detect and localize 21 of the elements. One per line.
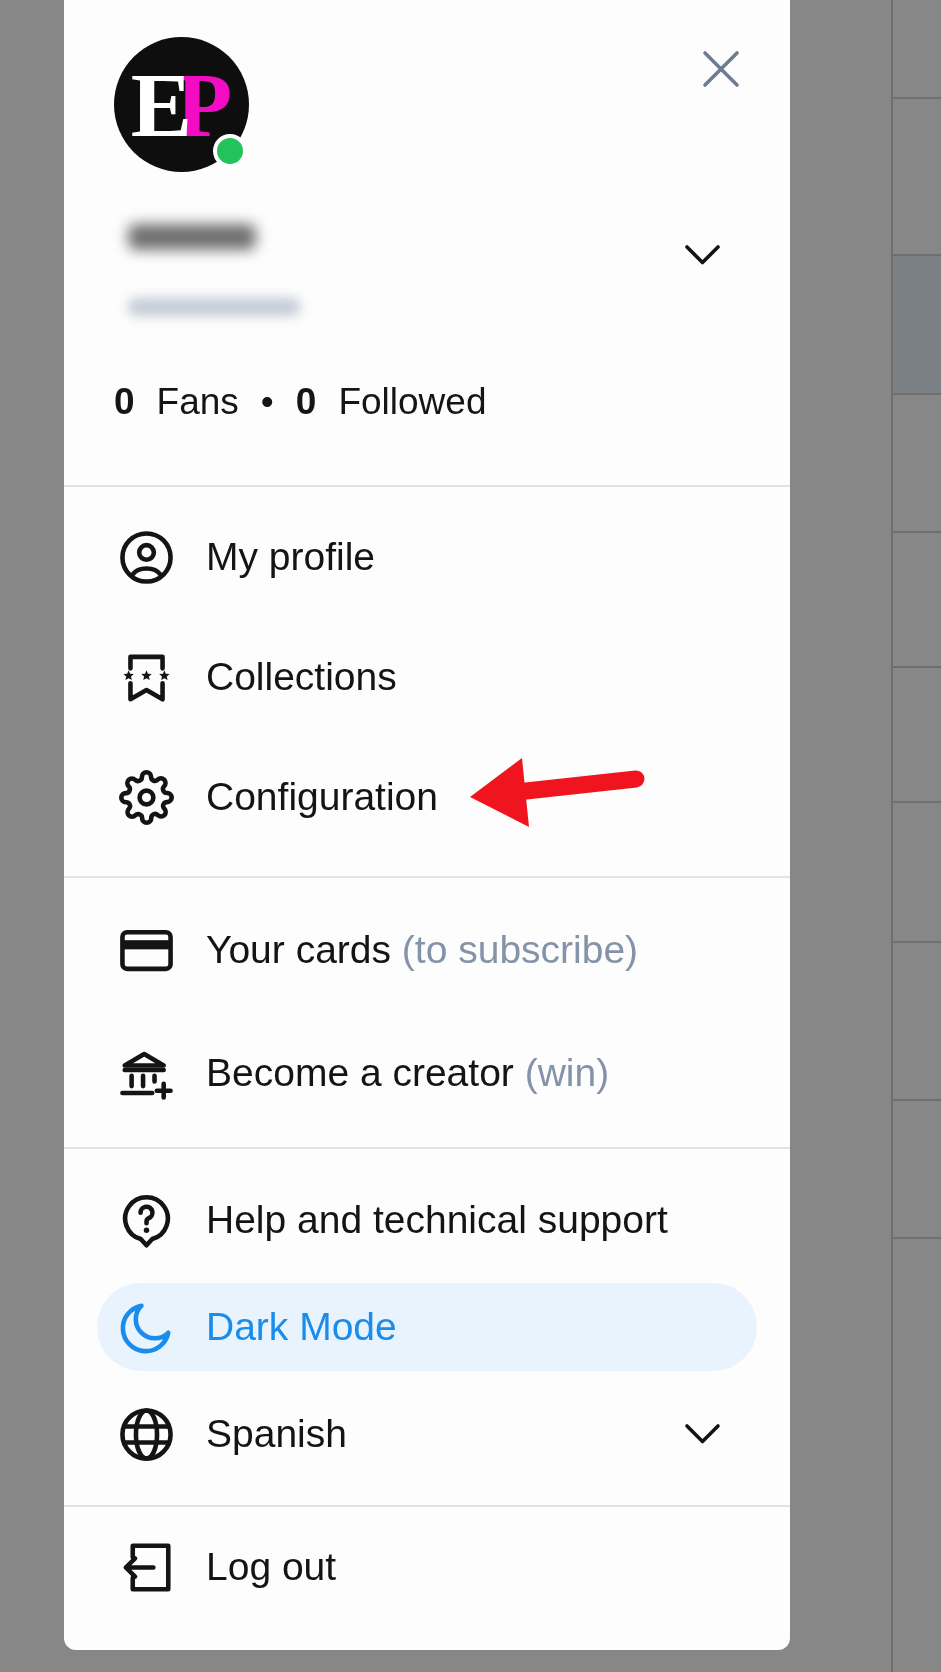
menu-item[interactable]: Log out: [97, 1523, 757, 1611]
close-icon: [702, 50, 740, 88]
menu-item[interactable]: Become a creator (win): [97, 1029, 757, 1117]
menu-item[interactable]: Configuration: [97, 753, 757, 841]
menu-item[interactable]: My profile: [97, 513, 757, 601]
menu-item[interactable]: Help and technical support: [97, 1176, 757, 1264]
account-switch-button[interactable]: [684, 244, 721, 266]
stat-label: Followed: [338, 380, 487, 424]
stat-count: 0: [114, 380, 135, 424]
stat-count: 0: [295, 380, 317, 424]
close-button[interactable]: [702, 50, 740, 88]
user-circle-icon: [119, 529, 174, 585]
chevron-down-icon: [684, 244, 721, 266]
settings-icon: [119, 769, 174, 825]
stat-label: Fans: [156, 380, 239, 424]
dropdown-menu-item[interactable]: Spanish: [97, 1390, 757, 1478]
stats-separator: •: [260, 380, 274, 424]
menu-item[interactable]: Collections: [97, 633, 757, 721]
chevron-down-icon: [684, 1423, 721, 1445]
menu-item[interactable]: Your cards (to subscribe): [97, 906, 757, 994]
globe-icon: [119, 1406, 174, 1462]
